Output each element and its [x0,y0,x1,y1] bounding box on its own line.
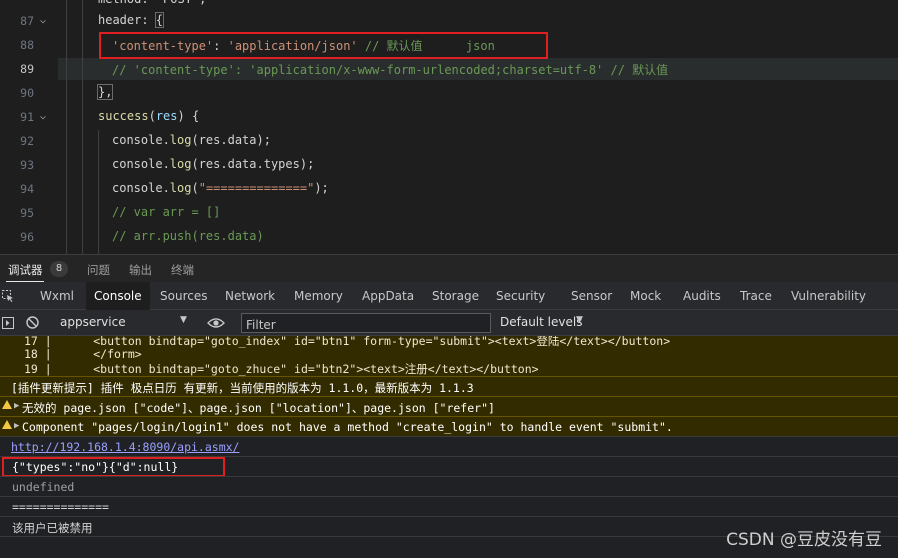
code-line-95: // var arr = [] [112,205,221,219]
line-number: 88 [20,38,34,52]
code-line-92: console.log(res.data); [112,133,271,147]
line-number: 91 [20,110,34,124]
console-warning-snippet: 17 | <button bindtap="goto_index" id="bt… [0,336,898,378]
annotation-highlight-box [2,457,225,477]
tab-storage[interactable]: Storage [424,282,487,310]
indent-guide [98,130,99,254]
snippet-line: 19 | <button bindtap="goto_zhuce" id="bt… [24,362,539,376]
indent-guide [82,0,83,254]
code-editor[interactable]: method: "POST", 87 88 89 90 91 92 93 94 … [0,0,898,254]
tab-trace[interactable]: Trace [732,282,780,310]
warning-icon [2,400,12,409]
panel-tab-bar: 调试器 8 问题 输出 终端 [0,254,898,283]
tab-output[interactable]: 输出 [129,262,152,278]
invalid-pagejson-warning: 无效的 page.json ["code"]、page.json ["locat… [22,401,495,415]
warning-icon [2,420,12,429]
tab-sensor[interactable]: Sensor [563,282,620,310]
separator-output: ============== [12,500,109,514]
console-warning-row: ▶ Component "pages/login/login1" does no… [0,416,898,436]
filter-field[interactable] [241,313,491,334]
fold-chevron-icon[interactable]: ⌵ [40,16,50,26]
code-line-89: // 'content-type': 'application/x-www-fo… [112,63,669,77]
component-method-warning: Component "pages/login/login1" does not … [22,420,673,434]
tab-issues[interactable]: 问题 [87,262,110,278]
annotation-highlight-box [99,32,548,59]
sidebar-toggle-icon[interactable] [2,317,14,329]
tab-audits[interactable]: Audits [675,282,729,310]
tab-console[interactable]: Console [86,282,150,310]
code-line-87: header: { [98,12,165,28]
eye-icon[interactable] [207,317,225,329]
code-line-91: success(res) { [98,109,200,123]
api-url-link[interactable]: http://192.168.1.4:8090/api.asmx/ [11,440,239,454]
console-output[interactable]: 17 | <button bindtap="goto_index" id="bt… [0,336,898,558]
inspect-element-icon[interactable] [2,290,14,302]
indent-guide [66,0,67,254]
tab-network[interactable]: Network [217,282,283,310]
line-number: 95 [20,206,34,220]
chevron-down-icon[interactable]: ▼ [180,315,187,325]
code-line-partial: method: "POST", [98,0,206,6]
tab-terminal[interactable]: 终端 [171,262,194,278]
snippet-line: 18 | </form> [24,347,142,361]
line-number: 96 [20,230,34,244]
line-number: 93 [20,158,34,172]
tab-mock[interactable]: Mock [622,282,669,310]
watermark: CSDN @豆皮没有豆 [726,530,882,550]
undefined-output: undefined [12,480,75,494]
debugger-count-badge: 8 [50,261,68,277]
console-log-row: {"types":"no"}{"d":null} [0,456,898,477]
fold-chevron-icon[interactable]: ⌵ [40,112,50,122]
console-warning-row: ▶ 无效的 page.json ["code"]、page.json ["loc… [0,396,898,416]
tab-memory[interactable]: Memory [286,282,351,310]
devtools-tab-bar: Wxml Console Sources Network Memory AppD… [0,282,898,310]
code-line-94: console.log("=============="); [112,181,329,195]
code-line-90: }, [96,84,114,100]
console-log-row: http://192.168.1.4:8090/api.asmx/ [0,436,898,456]
console-log-row: ============== [0,496,898,516]
tab-appdata[interactable]: AppData [354,282,422,310]
disabled-user-message: 该用户已被禁用 [12,521,93,535]
line-number: 94 [20,182,34,196]
tab-security[interactable]: Security [488,282,553,310]
chevron-down-icon[interactable]: ▼ [576,315,583,325]
clear-console-icon[interactable] [26,316,39,329]
tab-vulnerability[interactable]: Vulnerability [783,282,874,310]
expand-triangle-icon[interactable]: ▶ [14,421,19,431]
line-number: 92 [20,134,34,148]
code-line-93: console.log(res.data.types); [112,157,315,171]
tab-wxml[interactable]: Wxml [32,282,82,310]
console-warning-row: [插件更新提示] 插件 极点日历 有更新，当前使用的版本为 1.1.0，最新版本… [0,376,898,396]
filter-input[interactable] [242,316,490,334]
line-number: 87 [20,14,34,28]
plugin-update-warning: [插件更新提示] 插件 极点日历 有更新，当前使用的版本为 1.1.0，最新版本… [11,381,474,395]
context-selector[interactable]: appservice [60,315,126,329]
console-toolbar: appservice ▼ Default levels ▼ [0,310,898,336]
line-number: 90 [20,86,34,100]
expand-triangle-icon[interactable]: ▶ [14,401,19,411]
console-log-row: undefined [0,476,898,496]
tab-debugger[interactable]: 调试器 [8,262,43,278]
code-line-96: // arr.push(res.data) [112,229,264,243]
tab-sources[interactable]: Sources [152,282,215,310]
log-levels-dropdown[interactable]: Default levels [500,315,582,329]
line-number: 89 [20,62,34,76]
